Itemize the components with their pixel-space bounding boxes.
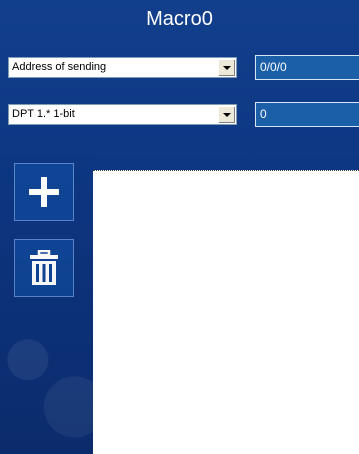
address-type-select-value: Address of sending xyxy=(12,61,107,73)
group-address-field[interactable]: 0/0/0 xyxy=(255,55,359,80)
address-type-select[interactable]: Address of sending xyxy=(8,57,237,78)
macro-title: Macro0 xyxy=(146,8,213,30)
chevron-down-icon[interactable] xyxy=(218,59,235,76)
trash-icon xyxy=(30,250,58,285)
add-button[interactable] xyxy=(14,163,74,221)
macro-steps-canvas[interactable] xyxy=(93,170,359,454)
plus-icon xyxy=(29,177,59,207)
dpt-value-field[interactable]: 0 xyxy=(255,102,359,127)
macro-panel: Macro0 Address of sending 0/0/0 DPT 1.* … xyxy=(0,0,359,454)
delete-button[interactable] xyxy=(14,239,74,297)
dpt-select-value: DPT 1.* 1-bit xyxy=(12,108,75,120)
dpt-select[interactable]: DPT 1.* 1-bit xyxy=(8,104,237,125)
chevron-down-icon[interactable] xyxy=(218,106,235,123)
